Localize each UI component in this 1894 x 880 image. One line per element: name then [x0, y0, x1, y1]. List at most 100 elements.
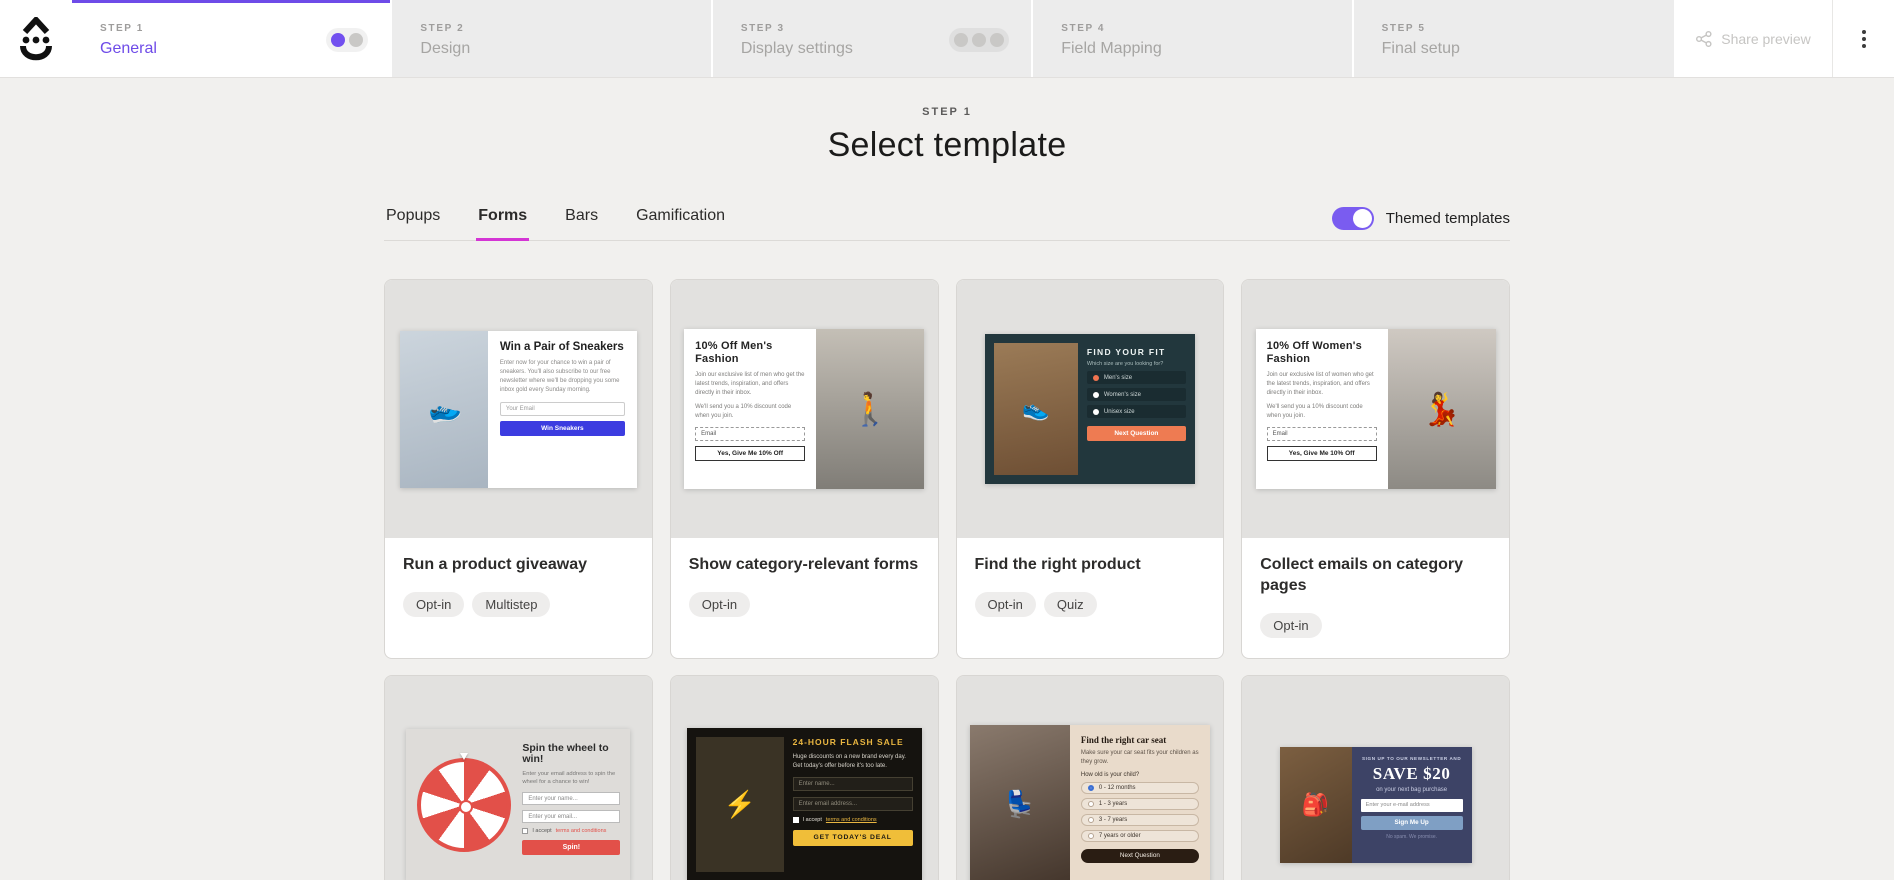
- more-options-button[interactable]: [1832, 0, 1894, 77]
- preview-email-input: Your Email: [499, 401, 625, 416]
- preview-body: Enter now for your chance to win a pair …: [499, 359, 620, 393]
- preview-popup: 💺 Find the right car seat Make sure your…: [969, 724, 1210, 880]
- preview-terms-checkbox: I accept terms and conditions: [792, 816, 913, 823]
- sneaker-photo: 👟: [399, 330, 488, 488]
- preview-body: Huge discounts on a new brand every day.…: [792, 753, 906, 769]
- tab-bars[interactable]: Bars: [563, 207, 600, 240]
- bag-photo: 🎒: [1279, 746, 1352, 863]
- template-card-car-seat-quiz[interactable]: 💺 Find the right car seat Make sure your…: [955, 674, 1225, 880]
- step-kicker: STEP 5: [1381, 22, 1426, 34]
- preview-body: Join our exclusive list of women who get…: [1266, 372, 1374, 397]
- preview-terms-checkbox: I accept terms and conditions: [522, 828, 620, 835]
- preview-heading: Spin the wheel to win!: [522, 741, 609, 766]
- preview-option: 7 years or older: [1080, 829, 1199, 842]
- preview-next-button: Next Question: [1080, 848, 1199, 863]
- progress-dot: [349, 33, 364, 47]
- step-tab-display-settings[interactable]: STEP 3 Display settings: [712, 0, 1032, 77]
- preview-kicker: SIGN UP TO OUR NEWSLETTER AND: [1362, 755, 1462, 761]
- card-title: Find the right product: [974, 556, 1141, 573]
- preview-popup: 10% Off Men's Fashion Join our exclusive…: [684, 329, 925, 489]
- template-card-flash-sale[interactable]: ⚡ 24-HOUR FLASH SALE Huge discounts on a…: [669, 674, 939, 880]
- progress-dot: [972, 33, 987, 47]
- template-thumbnail: 💺 Find the right car seat Make sure your…: [956, 675, 1224, 880]
- preview-next-button: Next Question: [1086, 426, 1186, 441]
- man-photo: 🚶: [816, 329, 925, 489]
- preview-email-input: Enter your e-mail address: [1360, 798, 1463, 812]
- template-card-spin-wheel[interactable]: Spin the wheel to win! Enter your email …: [384, 674, 653, 880]
- app-logo[interactable]: [0, 0, 72, 77]
- preview-body: Make sure your car seat fits your childr…: [1080, 749, 1199, 765]
- main-content: STEP 1 Select template Popups Forms Bars…: [0, 78, 1894, 880]
- preview-option-label: Unisex size: [1103, 408, 1135, 415]
- tag-opt-in: Opt-in: [403, 591, 465, 617]
- preview-heading: FIND YOUR FIT: [1086, 347, 1166, 357]
- share-preview-button[interactable]: Share preview: [1672, 0, 1832, 77]
- step-tab-general[interactable]: STEP 1 General: [72, 0, 391, 77]
- template-tabs: Popups Forms Bars Gamification: [384, 207, 727, 241]
- progress-dot: [954, 33, 969, 47]
- wizard-header: STEP 1 General STEP 2 Design STEP 3 Disp…: [0, 0, 1894, 78]
- radio-icon: [1092, 391, 1099, 398]
- preview-heading: SAVE $20: [1372, 763, 1451, 783]
- preview-popup: 10% Off Women's Fashion Join our exclusi…: [1255, 329, 1496, 489]
- template-card-save-20[interactable]: 🎒 SIGN UP TO OUR NEWSLETTER AND SAVE $20…: [1241, 674, 1510, 880]
- tab-gamification[interactable]: Gamification: [634, 207, 727, 240]
- preview-option: 0 - 12 months: [1080, 781, 1199, 794]
- themed-templates-toggle-group: Themed templates: [1331, 207, 1510, 240]
- preview-email-input: Enter email address...: [792, 796, 913, 811]
- preview-question: How old is your child?: [1080, 771, 1140, 778]
- template-card-category-relevant-forms[interactable]: 10% Off Men's Fashion Join our exclusive…: [669, 279, 939, 659]
- radio-icon: [1087, 832, 1094, 839]
- preview-option-label: 0 - 12 months: [1098, 784, 1136, 791]
- themed-templates-label: Themed templates: [1385, 210, 1510, 227]
- preview-email-input: Enter your email...: [522, 810, 621, 824]
- template-card-collect-emails-category[interactable]: 10% Off Women's Fashion Join our exclusi…: [1241, 279, 1510, 659]
- share-icon: [1696, 30, 1712, 47]
- preview-email-input: Email: [695, 427, 806, 442]
- template-thumbnail: 👟 Win a Pair of Sneakers Enter now for y…: [385, 280, 652, 538]
- preview-body: We'll send you a 10% discount code when …: [695, 404, 792, 420]
- preview-subheading: Which size are you looking for?: [1086, 361, 1164, 367]
- template-card-find-right-product[interactable]: 👟 FIND YOUR FIT Which size are you looki…: [955, 279, 1225, 659]
- step-tab-design[interactable]: STEP 2 Design: [392, 0, 711, 77]
- template-thumbnail: 10% Off Women's Fashion Join our exclusi…: [1242, 280, 1509, 538]
- preview-popup: 🎒 SIGN UP TO OUR NEWSLETTER AND SAVE $20…: [1279, 746, 1472, 863]
- preview-submit-button: Yes, Give Me 10% Off: [1266, 446, 1377, 462]
- lightning-bolt-icon: ⚡: [695, 737, 784, 873]
- checkbox-label: I accept: [802, 816, 822, 823]
- preview-option: Men's size: [1086, 371, 1186, 384]
- radio-icon: [1092, 408, 1099, 415]
- preview-name-input: Enter your name...: [522, 792, 621, 806]
- template-card-product-giveaway[interactable]: 👟 Win a Pair of Sneakers Enter now for y…: [384, 279, 653, 659]
- preview-popup: Spin the wheel to win! Enter your email …: [406, 728, 631, 880]
- radio-icon: [1087, 816, 1094, 823]
- preview-heading: Find the right car seat: [1080, 734, 1167, 745]
- tag-multistep: Multistep: [472, 591, 551, 617]
- step-tab-field-mapping[interactable]: STEP 4 Field Mapping: [1033, 0, 1352, 77]
- preview-signup-button: Sign Me Up: [1360, 815, 1463, 830]
- checkbox-icon: [792, 816, 799, 823]
- share-preview-label: Share preview: [1721, 30, 1811, 47]
- radio-selected-icon: [1087, 784, 1094, 791]
- preview-option: Unisex size: [1086, 405, 1186, 418]
- preview-email-input: Email: [1266, 427, 1377, 442]
- preview-body: Enter your email address to spin the whe…: [522, 770, 616, 786]
- tab-popups[interactable]: Popups: [384, 207, 442, 240]
- card-title: Show category-relevant forms: [688, 556, 919, 573]
- page-title: Select template: [827, 126, 1067, 164]
- preview-submit-button: Yes, Give Me 10% Off: [695, 446, 806, 462]
- step-tab-final-setup[interactable]: STEP 5 Final setup: [1353, 0, 1673, 77]
- checkbox-label: I accept: [532, 828, 552, 835]
- themed-templates-toggle[interactable]: [1331, 207, 1374, 230]
- sneaker-lace-photo: 👟: [993, 343, 1078, 475]
- template-grid: 👟 Win a Pair of Sneakers Enter now for y…: [384, 279, 1510, 880]
- step-label: Field Mapping: [1061, 39, 1162, 57]
- template-thumbnail: Spin the wheel to win! Enter your email …: [385, 675, 652, 880]
- preview-heading: 10% Off Men's Fashion: [695, 340, 773, 366]
- page-step-kicker: STEP 1: [922, 106, 972, 118]
- step-label: General: [100, 39, 157, 57]
- preview-subheading: on your next bag purchase: [1376, 786, 1448, 793]
- toggle-knob: [1352, 209, 1372, 228]
- tab-forms[interactable]: Forms: [476, 207, 530, 241]
- preview-popup: 👟 Win a Pair of Sneakers Enter now for y…: [399, 330, 637, 488]
